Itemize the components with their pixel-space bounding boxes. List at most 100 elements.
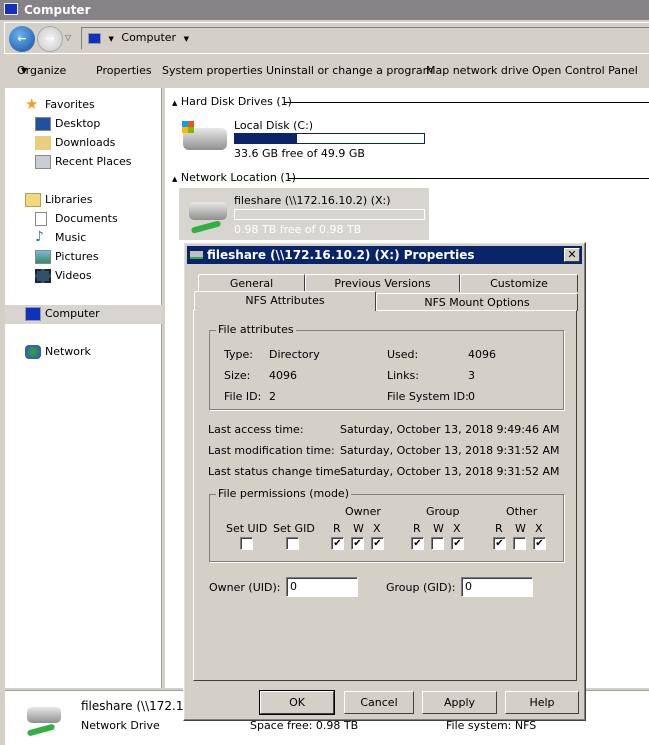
other-r-checkbox[interactable]: ✔ bbox=[493, 537, 506, 550]
group-r-checkbox[interactable]: ✔ bbox=[411, 537, 424, 550]
set-gid-label: Set GID bbox=[273, 522, 315, 535]
documents-icon bbox=[35, 212, 47, 226]
downloads-folder-icon bbox=[35, 136, 51, 150]
divider bbox=[289, 178, 649, 179]
set-gid-checkbox[interactable] bbox=[286, 537, 299, 550]
back-button[interactable]: ← bbox=[9, 26, 35, 52]
dialog-title: fileshare (\\172.16.10.2) (X:) Propertie… bbox=[207, 248, 475, 262]
disk-usage-bar bbox=[234, 209, 425, 220]
last-modification-label: Last modification time: bbox=[208, 444, 335, 457]
owner-w-checkbox[interactable]: ✔ bbox=[351, 537, 364, 550]
file-attributes-group: File attributes Type: Directory Size: 40… bbox=[209, 323, 564, 410]
ok-button[interactable]: OK bbox=[259, 690, 335, 715]
drive-free-space: 0.98 TB free of 0.98 TB bbox=[234, 223, 362, 236]
group-x-label: X bbox=[453, 522, 461, 535]
owner-r-checkbox[interactable]: ✔ bbox=[331, 537, 344, 550]
file-system-id-value: 0 bbox=[468, 390, 475, 403]
forward-button[interactable]: → bbox=[37, 26, 63, 52]
sidebar-item-network[interactable]: Network bbox=[25, 343, 91, 361]
windows-logo-icon bbox=[182, 121, 194, 133]
address-input[interactable]: ▼ Computer ▼ bbox=[81, 27, 649, 49]
sidebar-item-recent-places[interactable]: Recent Places bbox=[35, 153, 132, 171]
group-w-checkbox[interactable] bbox=[431, 537, 444, 550]
other-w-label: W bbox=[515, 522, 526, 535]
links-value: 3 bbox=[468, 369, 475, 382]
map-network-drive-button[interactable]: Map network drive bbox=[426, 57, 529, 85]
group-legend: File permissions (mode) bbox=[216, 487, 351, 500]
last-access-label: Last access time: bbox=[208, 423, 304, 436]
network-icon bbox=[25, 345, 41, 359]
owner-x-label: X bbox=[373, 522, 381, 535]
chevron-down-icon[interactable]: ▼ bbox=[184, 35, 189, 43]
other-r-label: R bbox=[495, 522, 503, 535]
tab-general[interactable]: General bbox=[198, 274, 305, 292]
label: Downloads bbox=[55, 136, 116, 149]
collapse-icon[interactable]: ▲ bbox=[172, 99, 177, 107]
drive-free-space: 33.6 GB free of 49.9 GB bbox=[234, 147, 365, 160]
other-x-checkbox[interactable]: ✔ bbox=[533, 537, 546, 550]
close-button[interactable]: ✕ bbox=[564, 248, 580, 262]
group-gid-input[interactable]: 0 bbox=[461, 577, 533, 597]
sidebar-item-music[interactable]: ♪ Music bbox=[35, 229, 86, 247]
network-drive-icon bbox=[190, 251, 203, 259]
other-w-checkbox[interactable] bbox=[513, 537, 526, 550]
sidebar-item-libraries[interactable]: Libraries bbox=[25, 191, 93, 209]
sidebar-item-favorites[interactable]: ★ Favorites bbox=[25, 95, 95, 114]
chevron-down-icon: ▼ bbox=[21, 66, 28, 75]
tab-nfs-attributes[interactable]: NFS Attributes bbox=[194, 291, 376, 311]
disk-usage-fill bbox=[235, 134, 298, 143]
tab-previous-versions[interactable]: Previous Versions bbox=[305, 274, 460, 292]
cancel-button[interactable]: Cancel bbox=[344, 691, 414, 714]
set-uid-checkbox[interactable] bbox=[240, 537, 253, 550]
label: Videos bbox=[55, 269, 92, 282]
disk-usage-bar bbox=[234, 133, 425, 144]
type-value: Directory bbox=[269, 348, 320, 361]
open-control-panel-button[interactable]: Open Control Panel bbox=[532, 57, 638, 85]
properties-button[interactable]: Properties bbox=[96, 57, 152, 85]
desktop-icon bbox=[35, 117, 51, 131]
tab-panel-nfs-attributes: File attributes Type: Directory Size: 40… bbox=[193, 310, 577, 681]
uninstall-program-button[interactable]: Uninstall or change a program bbox=[266, 57, 433, 85]
other-header: Other bbox=[506, 505, 538, 518]
computer-icon bbox=[25, 307, 41, 321]
owner-x-checkbox[interactable]: ✔ bbox=[371, 537, 384, 550]
set-uid-label: Set UID bbox=[226, 522, 268, 535]
network-drive-item[interactable]: fileshare (\\172.16.10.2) (X:) 0.98 TB f… bbox=[179, 188, 429, 240]
help-button[interactable]: Help bbox=[505, 691, 579, 714]
dialog-title-bar[interactable]: fileshare (\\172.16.10.2) (X:) Propertie… bbox=[187, 246, 582, 264]
size-value: 4096 bbox=[269, 369, 297, 382]
computer-icon bbox=[4, 3, 18, 15]
last-status-change-label: Last status change time: bbox=[208, 465, 345, 478]
collapse-icon[interactable]: ▲ bbox=[172, 175, 177, 183]
sidebar-item-pictures[interactable]: Pictures bbox=[35, 248, 99, 266]
address-path[interactable]: Computer bbox=[121, 31, 176, 44]
apply-button[interactable]: Apply bbox=[422, 691, 497, 714]
sidebar-item-documents[interactable]: Documents bbox=[35, 210, 118, 228]
local-disk-item[interactable]: Local Disk (C:) 33.6 GB free of 49.9 GB bbox=[179, 116, 429, 164]
group-gid-label: Group (GID): bbox=[386, 581, 456, 594]
tab-customize[interactable]: Customize bbox=[460, 274, 578, 292]
file-id-label: File ID: bbox=[224, 390, 262, 403]
system-properties-button[interactable]: System properties bbox=[162, 57, 263, 85]
libraries-icon bbox=[25, 193, 41, 207]
recent-places-icon bbox=[35, 155, 51, 169]
label: Computer bbox=[45, 307, 100, 320]
history-dropdown-icon[interactable]: ▽ bbox=[65, 33, 71, 42]
star-icon: ★ bbox=[25, 95, 39, 113]
tab-nfs-mount-options[interactable]: NFS Mount Options bbox=[376, 293, 578, 311]
group-x-checkbox[interactable]: ✔ bbox=[451, 537, 464, 550]
window-title-bar: Computer bbox=[0, 0, 649, 20]
group-title: Network Location (1) bbox=[180, 171, 296, 184]
sidebar-item-desktop[interactable]: Desktop bbox=[35, 115, 100, 133]
sidebar-item-videos[interactable]: Videos bbox=[35, 267, 92, 285]
chevron-down-icon[interactable]: ▼ bbox=[109, 35, 114, 43]
label: Network bbox=[45, 345, 91, 358]
group-header-hard-disk-drives[interactable]: ▲ Hard Disk Drives (1) bbox=[172, 95, 292, 108]
owner-w-label: W bbox=[353, 522, 364, 535]
label: Libraries bbox=[45, 193, 93, 206]
group-header-network-location[interactable]: ▲ Network Location (1) bbox=[172, 171, 296, 184]
owner-uid-input[interactable]: 0 bbox=[286, 577, 358, 597]
sidebar-item-computer[interactable]: Computer bbox=[5, 305, 162, 324]
sidebar-item-downloads[interactable]: Downloads bbox=[35, 134, 116, 152]
drive-name: fileshare (\\172.16.10.2) (X:) bbox=[234, 194, 391, 207]
